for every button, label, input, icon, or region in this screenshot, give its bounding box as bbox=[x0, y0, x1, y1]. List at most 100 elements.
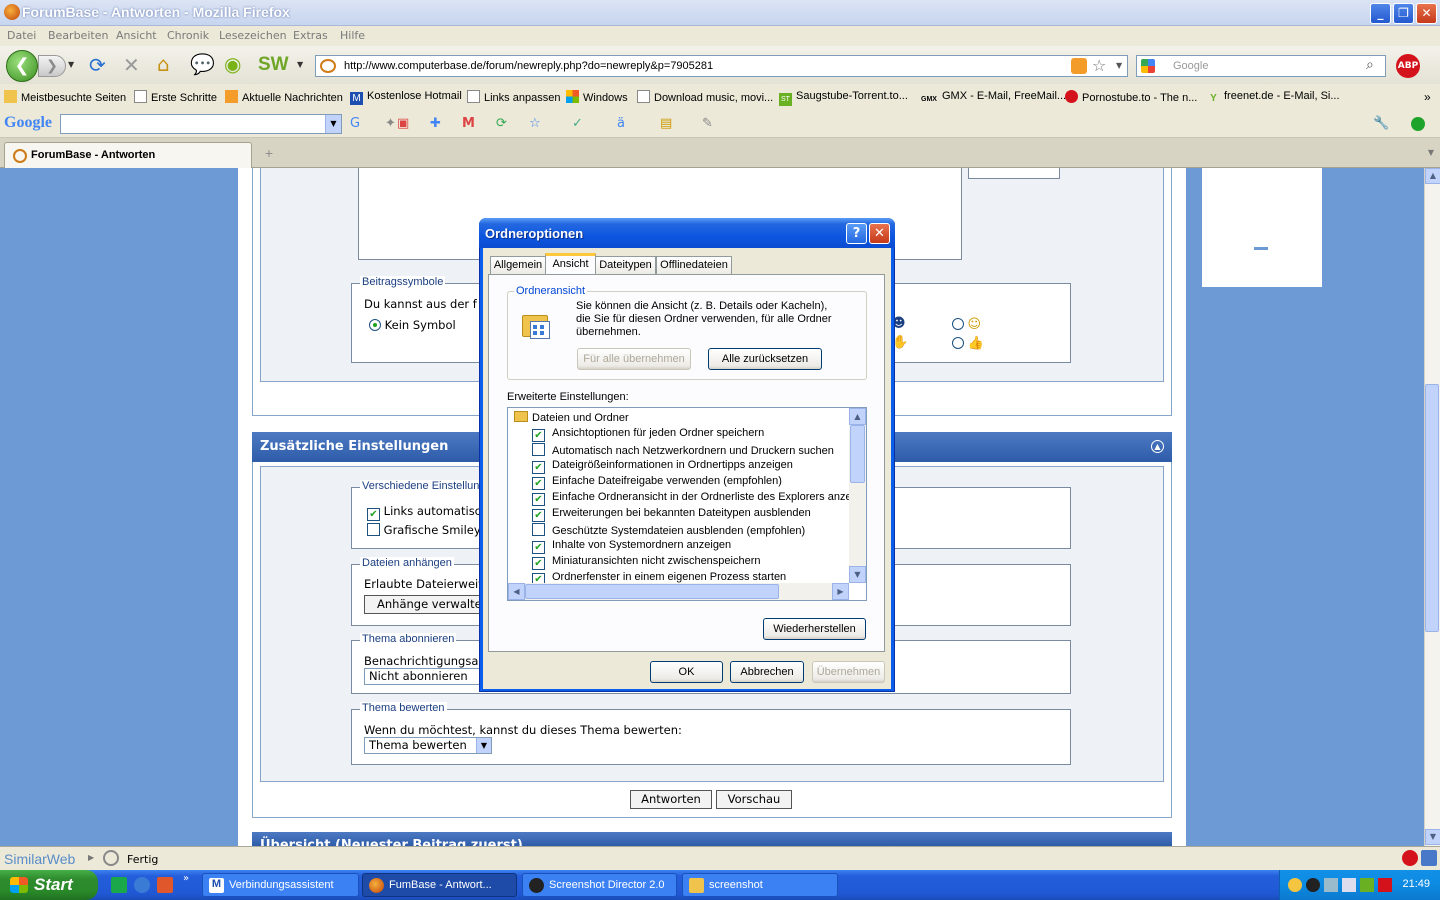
tray-network-icon[interactable] bbox=[1324, 878, 1338, 892]
smileys-option[interactable]: Grafische Smiley bbox=[367, 523, 481, 537]
list-item[interactable]: Geschützte Systemdateien ausblenden (emp… bbox=[532, 523, 805, 539]
menu-ansicht[interactable]: Ansicht bbox=[116, 29, 157, 42]
tray-icon-1[interactable] bbox=[1288, 878, 1302, 892]
smileys-checkbox[interactable] bbox=[367, 523, 380, 536]
antworten-button[interactable]: Antworten bbox=[630, 790, 712, 809]
status-dot-icon[interactable] bbox=[1411, 117, 1425, 131]
quicklaunch-ie-icon[interactable] bbox=[134, 877, 150, 893]
list-item-checkbox[interactable]: ✔ bbox=[532, 477, 545, 490]
list-hscrollbar[interactable]: ◀ ▶ bbox=[508, 583, 849, 600]
list-item[interactable]: Automatisch nach Netzwerkordnern und Dru… bbox=[532, 443, 834, 459]
abbrechen-button[interactable]: Abbrechen bbox=[730, 661, 804, 683]
list-item[interactable]: ✔ Dateigrößeinformationen in Ordnertipps … bbox=[532, 459, 793, 475]
tray-icon-4[interactable] bbox=[1342, 878, 1356, 892]
bookmark-star-icon[interactable]: ☆ bbox=[1092, 56, 1106, 75]
menu-hilfe[interactable]: Hilfe bbox=[340, 29, 365, 42]
tab-list-icon[interactable]: ▼ bbox=[1424, 144, 1438, 162]
list-item[interactable]: ✔ Erweiterungen bei bekannten Dateitypen … bbox=[532, 507, 811, 523]
history-dropdown-icon[interactable]: ▼ bbox=[68, 60, 74, 69]
collapse-icon[interactable]: ▲ bbox=[1151, 440, 1164, 453]
tab-ansicht[interactable]: Ansicht bbox=[545, 253, 596, 275]
kein-symbol-option[interactable]: Kein Symbol bbox=[369, 318, 456, 332]
restore-button[interactable]: ❐ bbox=[1393, 3, 1414, 24]
quicklaunch-overflow-icon[interactable]: » bbox=[183, 873, 189, 884]
wiederherstellen-button[interactable]: Wiederherstellen bbox=[763, 618, 866, 640]
tray-icon-6[interactable] bbox=[1378, 878, 1392, 892]
task-screenshot-folder[interactable]: screenshot bbox=[682, 873, 838, 897]
bookmark-gmx[interactable]: GMX GMX - E-Mail, FreeMail... bbox=[920, 90, 1066, 106]
list-item-checkbox[interactable]: ✔ bbox=[532, 493, 545, 506]
star-icon[interactable]: ☆ bbox=[529, 116, 541, 131]
gmail-icon[interactable]: M bbox=[462, 116, 475, 131]
thumbs-up-radio[interactable] bbox=[952, 337, 964, 349]
list-item-checkbox[interactable] bbox=[532, 523, 545, 536]
scroll-up-button[interactable]: ▲ bbox=[1425, 168, 1440, 184]
list-item[interactable]: ✔ Einfache Ordneransicht in der Ordnerlis… bbox=[532, 491, 866, 507]
tab-forumbase[interactable]: ForumBase - Antworten bbox=[4, 142, 252, 168]
bookmarks-overflow-icon[interactable]: » bbox=[1424, 90, 1431, 104]
smiley-option[interactable]: ☺ bbox=[952, 317, 981, 332]
similarweb-label[interactable]: SimilarWeb bbox=[4, 851, 75, 867]
bookmark-saugstube[interactable]: ST Saugstube-Torrent.to... bbox=[779, 90, 908, 106]
spellcheck-icon[interactable]: ✓ bbox=[572, 116, 583, 131]
google-tool-icon[interactable]: ✦ bbox=[385, 116, 396, 131]
list-hscroll-thumb[interactable] bbox=[525, 584, 779, 599]
share-icon[interactable]: ⟳ bbox=[496, 116, 507, 131]
task-verbindungsassistent[interactable]: M Verbindungsassistent bbox=[202, 873, 359, 897]
back-button[interactable]: ❮ bbox=[6, 50, 38, 82]
sw-icon[interactable]: SW bbox=[258, 54, 289, 76]
bookmark-links-anpassen[interactable]: Links anpassen bbox=[467, 90, 560, 104]
tab-offlinedateien[interactable]: Offlinedateien bbox=[656, 256, 732, 274]
task-screenshot-director[interactable]: Screenshot Director 2.0 bbox=[522, 873, 677, 897]
list-item[interactable]: ✔ Einfache Dateifreigabe verwenden (empfo… bbox=[532, 475, 782, 491]
bookmark-pornostube[interactable]: Pornostube.to - The n... bbox=[1065, 90, 1197, 104]
bookmark-freenet[interactable]: Yfreenet.de - E-Mail, Si... bbox=[1207, 90, 1339, 105]
sp-status-icon[interactable] bbox=[1421, 850, 1437, 866]
url-bar[interactable]: http://www.computerbase.de/forum/newrepl… bbox=[315, 55, 1128, 77]
scroll-down-button[interactable]: ▼ bbox=[1425, 829, 1440, 845]
ok-button[interactable]: OK bbox=[650, 661, 723, 683]
list-vscrollbar[interactable]: ▲ ▼ bbox=[849, 408, 866, 583]
abonnieren-select[interactable]: Nicht abonnieren bbox=[364, 668, 494, 685]
menu-datei[interactable]: Datei bbox=[7, 29, 36, 42]
list-scroll-up[interactable]: ▲ bbox=[849, 408, 866, 425]
bookmark-windows[interactable]: Windows bbox=[566, 90, 628, 104]
kein-symbol-radio[interactable] bbox=[369, 319, 381, 331]
rss-icon[interactable] bbox=[1071, 58, 1087, 74]
list-item[interactable]: ✔ Inhalte von Systemordnern anzeigen bbox=[532, 539, 731, 555]
list-item-checkbox[interactable]: ✔ bbox=[532, 541, 545, 554]
tab-allgemein[interactable]: Allgemein bbox=[490, 256, 546, 274]
dialog-close-button[interactable]: ✕ bbox=[869, 223, 890, 244]
bookmark-download[interactable]: Download music, movi... bbox=[637, 90, 773, 104]
extension-icon[interactable]: ◉ bbox=[224, 54, 241, 74]
url-dropdown-icon[interactable]: ▼ bbox=[1116, 61, 1122, 70]
reload-icon[interactable]: ⟳ bbox=[89, 55, 106, 75]
adblock-icon[interactable]: ABP bbox=[1396, 54, 1420, 78]
menu-extras[interactable]: Extras bbox=[293, 29, 328, 42]
pencil-icon[interactable]: ✎ bbox=[702, 116, 713, 131]
list-scroll-left[interactable]: ◀ bbox=[508, 583, 525, 600]
list-item-checkbox[interactable]: ✔ bbox=[532, 461, 545, 474]
chevron-down-icon[interactable]: ▼ bbox=[476, 738, 491, 753]
bookmark-nachrichten[interactable]: Aktuelle Nachrichten bbox=[225, 90, 343, 104]
tray-icon-2[interactable] bbox=[1306, 878, 1320, 892]
menu-bearbeiten[interactable]: Bearbeiten bbox=[48, 29, 108, 42]
similarweb-arrow-icon[interactable]: ▶ bbox=[88, 853, 94, 862]
bookmark-hotmail[interactable]: M Kostenlose Hotmail bbox=[350, 90, 462, 105]
links-option[interactable]: ✔ Links automatisc bbox=[367, 504, 481, 521]
minimize-button[interactable]: _ bbox=[1370, 3, 1391, 24]
alle-zuruecksetzen-button[interactable]: Alle zurücksetzen bbox=[708, 348, 822, 370]
smiley-radio[interactable] bbox=[952, 318, 964, 330]
google-engine-icon[interactable] bbox=[1141, 59, 1155, 73]
scroll-thumb[interactable] bbox=[1425, 384, 1439, 632]
list-item[interactable]: ✔ Ansichtoptionen für jeden Ordner speich… bbox=[532, 427, 764, 443]
list-scroll-down[interactable]: ▼ bbox=[849, 566, 866, 583]
menu-lesezeichen[interactable]: Lesezeichen bbox=[219, 29, 287, 42]
list-item-checkbox[interactable]: ✔ bbox=[532, 429, 545, 442]
fuer-alle-uebernehmen-button[interactable]: Für alle übernehmen bbox=[577, 348, 691, 370]
search-box[interactable]: Google ⌕ bbox=[1136, 55, 1386, 77]
note-icon[interactable]: ▤ bbox=[660, 116, 672, 131]
sw-dropdown-icon[interactable]: ▼ bbox=[297, 60, 303, 69]
list-item-checkbox[interactable]: ✔ bbox=[532, 557, 545, 570]
bookmarks-icon[interactable]: ▣ bbox=[397, 116, 409, 131]
